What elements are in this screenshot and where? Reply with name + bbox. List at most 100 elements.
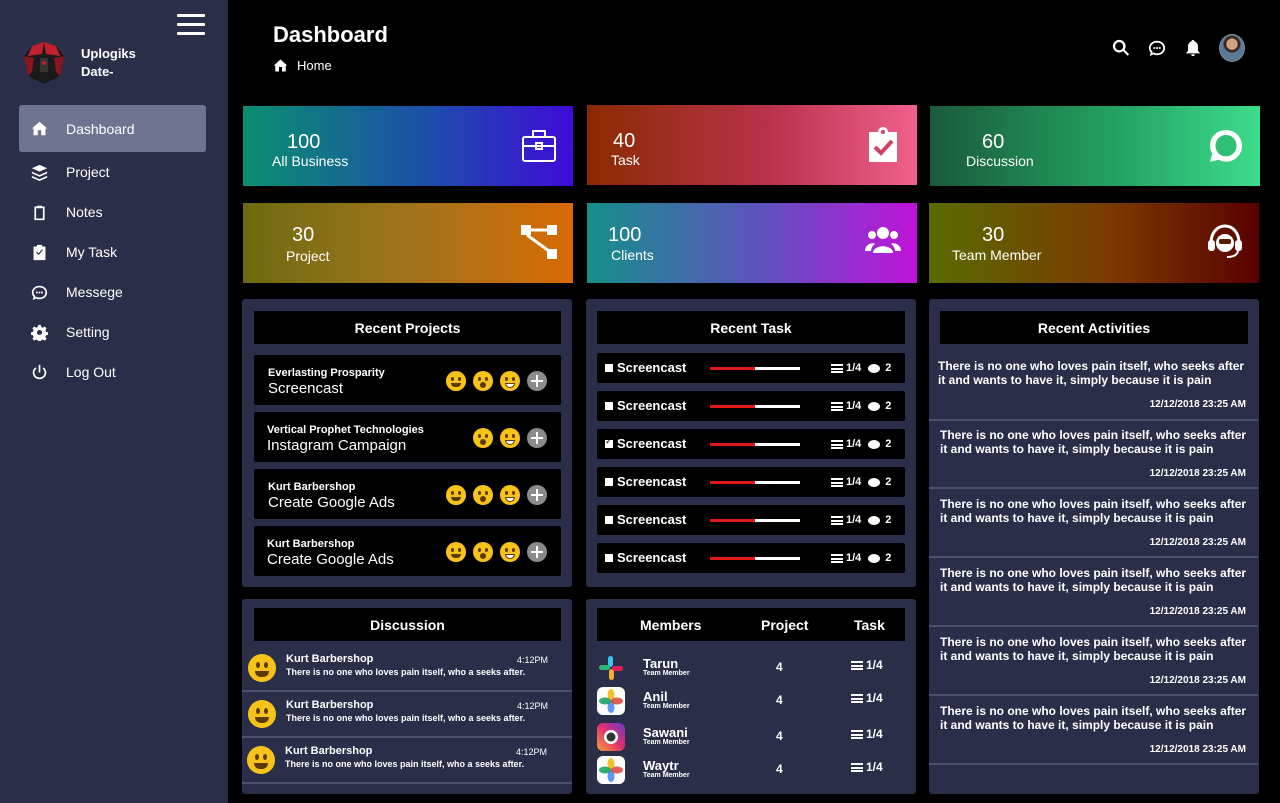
page-title: Dashboard (273, 22, 388, 47)
chat-icon[interactable] (1148, 39, 1166, 57)
project-client: Vertical Prophet Technologies (267, 424, 424, 436)
task-progress-bar (710, 519, 800, 522)
recent-projects-panel: Recent Projects Everlasting Prosparity S… (242, 299, 572, 587)
task-checkbox[interactable] (605, 364, 613, 372)
sidebar-item-project[interactable]: Project (19, 152, 206, 192)
task-checkbox[interactable] (605, 554, 613, 562)
list-item[interactable]: Kurt Barbershop Create Google Ads (254, 526, 561, 576)
add-icon[interactable] (527, 542, 547, 562)
stat-label: Task (611, 152, 640, 168)
breadcrumb[interactable]: Home (273, 58, 332, 73)
discussion-author: Kurt Barbershop (286, 699, 374, 711)
table-row[interactable]: Sawani Team Member 4 1/4 (586, 721, 916, 755)
list-item[interactable]: Kurt Barbershop 4:12PM There is no one w… (242, 738, 572, 784)
shocked-emoji-icon[interactable] (473, 428, 493, 448)
stat-card-discussion[interactable]: 60 Discussion (930, 106, 1260, 186)
sidebar-item-label: Log Out (66, 364, 116, 380)
member-project-count: 4 (776, 762, 783, 776)
discussion-message: There is no one who loves pain itself, w… (285, 759, 525, 769)
grin-emoji-icon[interactable] (500, 371, 520, 391)
grin-emoji-icon[interactable] (500, 428, 520, 448)
task-count: 1/4 (846, 362, 862, 374)
brand-date: Date- (81, 64, 114, 79)
grin-emoji-icon[interactable] (500, 485, 520, 505)
shocked-emoji-icon[interactable] (473, 485, 493, 505)
activity-item[interactable]: There is no one who loves pain itself, w… (929, 627, 1258, 696)
task-row[interactable]: Screencast 1/4 2 (597, 467, 905, 497)
stat-card-team-member[interactable]: 30 Team Member (929, 203, 1259, 283)
stat-label: Clients (611, 247, 654, 263)
brand-name: Uplogiks (81, 46, 136, 61)
add-icon[interactable] (527, 371, 547, 391)
stat-card-task[interactable]: 40 Task (587, 105, 917, 185)
task-progress-fill (710, 443, 755, 446)
gear-icon (27, 322, 51, 342)
search-icon[interactable] (1112, 39, 1130, 57)
list-item[interactable]: Vertical Prophet Technologies Instagram … (254, 412, 561, 462)
sidebar-item-dashboard[interactable]: Dashboard (19, 105, 206, 152)
task-progress-bar (710, 481, 800, 484)
project-client: Kurt Barbershop (267, 538, 355, 550)
table-row[interactable]: Tarun Team Member 4 1/4 (586, 652, 916, 686)
task-checkbox[interactable] (605, 478, 613, 486)
smile-emoji-icon[interactable] (446, 485, 466, 505)
list-item[interactable]: Kurt Barbershop 4:12PM There is no one w… (242, 646, 572, 692)
smile-emoji-icon[interactable] (446, 371, 466, 391)
task-row[interactable]: Screencast 1/4 2 (597, 391, 905, 421)
activity-item[interactable]: There is no one who loves pain itself, w… (929, 558, 1258, 627)
recent-activities-panel: Recent Activities There is no one who lo… (929, 299, 1259, 794)
breadcrumb-home[interactable]: Home (297, 58, 332, 73)
sidebar-item-label: Messege (66, 284, 123, 300)
column-header-project: Project (761, 617, 809, 633)
task-progress-bar (710, 443, 800, 446)
task-row[interactable]: Screencast 1/4 2 (597, 505, 905, 535)
stat-card-project[interactable]: 30 Project (243, 203, 573, 283)
smile-emoji-icon[interactable] (446, 542, 466, 562)
member-name: Sawani (643, 725, 688, 740)
member-name: Anil (643, 689, 668, 704)
sidebar-item-my-task[interactable]: My Task (19, 232, 206, 272)
task-row[interactable]: Screencast 1/4 2 (597, 429, 905, 459)
table-row[interactable]: Waytr Team Member 4 1/4 (586, 754, 916, 788)
task-row[interactable]: Screencast 1/4 2 (597, 353, 905, 383)
shocked-emoji-icon[interactable] (473, 371, 493, 391)
stat-card-clients[interactable]: 100 Clients (587, 203, 917, 283)
layers-icon (27, 162, 51, 182)
grin-emoji-icon[interactable] (500, 542, 520, 562)
list-item[interactable]: Kurt Barbershop 4:12PM There is no one w… (242, 692, 572, 738)
sidebar-item-label: Notes (66, 204, 103, 220)
task-meta: 1/4 2 (831, 438, 891, 450)
member-project-count: 4 (776, 693, 783, 707)
add-icon[interactable] (527, 428, 547, 448)
sidebar-item-label: My Task (66, 244, 118, 260)
column-header-task: Task (854, 617, 885, 633)
avatar[interactable] (1219, 34, 1245, 62)
sidebar-item-notes[interactable]: Notes (19, 192, 206, 232)
activity-item[interactable]: There is no one who loves pain itself, w… (929, 696, 1258, 765)
task-checkbox[interactable] (605, 436, 613, 448)
briefcase-icon (521, 128, 557, 164)
comment-count: 2 (885, 476, 892, 488)
task-checkbox[interactable] (605, 402, 613, 410)
task-checkbox[interactable] (605, 516, 613, 524)
activity-item[interactable]: There is no one who loves pain itself, w… (929, 489, 1258, 558)
sidebar-item-setting[interactable]: Setting (19, 312, 206, 352)
activity-item[interactable]: There is no one who loves pain itself, w… (929, 420, 1258, 489)
discussion-time: 4:12PM (517, 655, 549, 665)
stat-card-all-business[interactable]: 100 All Business (243, 106, 573, 186)
activity-date: 12/12/2018 23:25 AM (1149, 399, 1246, 410)
shocked-emoji-icon[interactable] (473, 542, 493, 562)
add-icon[interactable] (527, 485, 547, 505)
table-row[interactable]: Anil Team Member 4 1/4 (586, 685, 916, 719)
list-icon (831, 401, 843, 411)
activity-date: 12/12/2018 23:25 AM (1149, 675, 1246, 686)
list-item[interactable]: Kurt Barbershop Create Google Ads (254, 469, 561, 519)
bell-icon[interactable] (1184, 39, 1202, 57)
sidebar-nav: Dashboard Project Notes My Task Messege … (19, 105, 206, 392)
task-row[interactable]: Screencast 1/4 2 (597, 543, 905, 573)
activity-item[interactable]: There is no one who loves pain itself, w… (929, 351, 1258, 421)
sidebar-item-log-out[interactable]: Log Out (19, 352, 206, 392)
sidebar-item-messege[interactable]: Messege (19, 272, 206, 312)
menu-toggle-icon[interactable] (177, 14, 205, 36)
list-item[interactable]: Everlasting Prosparity Screencast (254, 355, 561, 405)
